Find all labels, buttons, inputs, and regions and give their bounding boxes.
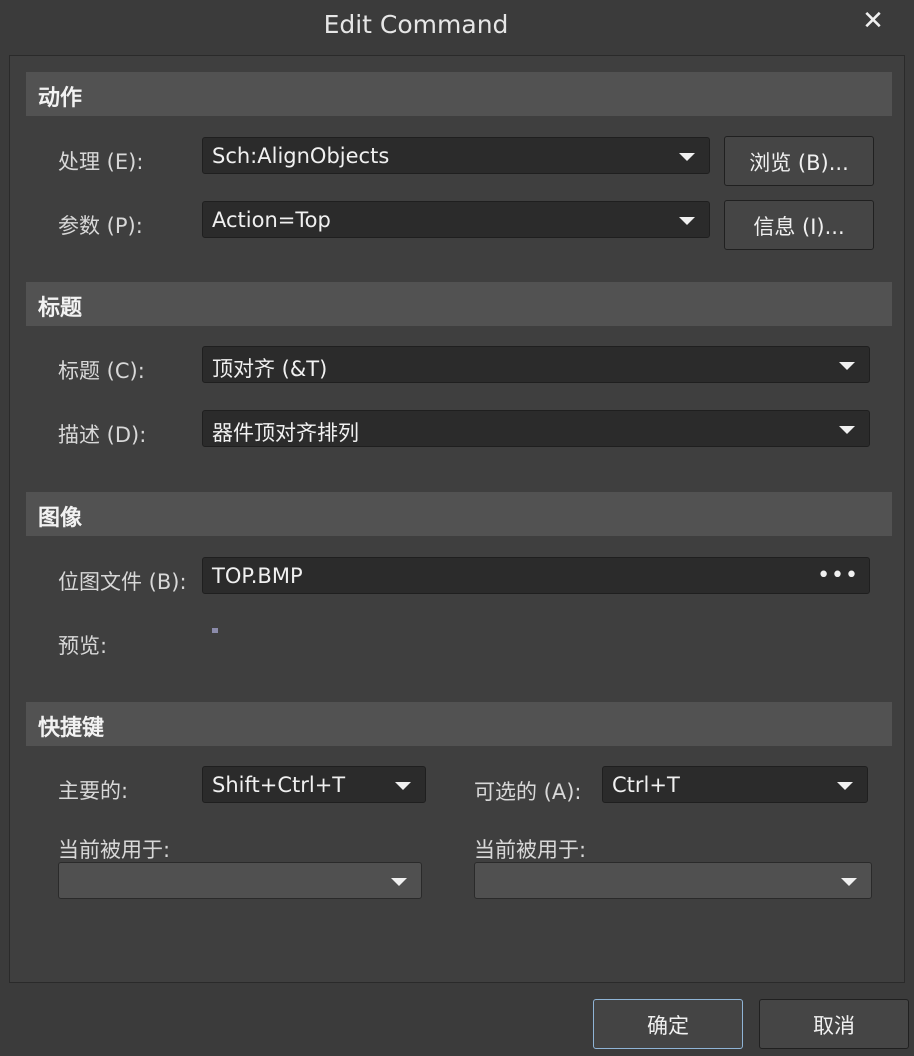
section-title-action: 动作	[38, 86, 83, 111]
process-value: Sch:AlignObjects	[212, 144, 390, 168]
used-by-label-right: 当前被用于:	[474, 838, 587, 862]
browse-button[interactable]: 浏览 (B)...	[724, 136, 874, 186]
section-title-shortcut: 快捷键	[38, 716, 105, 741]
primary-shortcut-combo[interactable]: Shift+Ctrl+T	[202, 766, 426, 803]
chevron-down-icon[interactable]	[391, 878, 407, 886]
caption-value: 顶对齐 (&T)	[212, 357, 328, 381]
params-value: Action=Top	[212, 208, 331, 232]
section-header-image: 图像	[26, 492, 892, 536]
preview-image	[212, 628, 218, 633]
alternate-shortcut-value: Ctrl+T	[612, 773, 680, 797]
chevron-down-icon[interactable]	[395, 782, 411, 790]
caption-combo[interactable]: 顶对齐 (&T)	[202, 346, 870, 383]
process-label: 处理 (E):	[58, 150, 144, 174]
cancel-button[interactable]: 取消	[759, 999, 909, 1049]
chevron-down-icon[interactable]	[679, 153, 695, 161]
preview-label: 预览:	[58, 634, 108, 658]
used-by-combo-right[interactable]	[474, 862, 872, 899]
ok-button[interactable]: 确定	[593, 999, 743, 1049]
used-by-label-left: 当前被用于:	[58, 838, 171, 862]
dialog-title: Edit Command	[323, 10, 509, 39]
info-button[interactable]: 信息 (I)...	[724, 200, 874, 250]
chevron-down-icon[interactable]	[839, 362, 855, 370]
process-combo[interactable]: Sch:AlignObjects	[202, 137, 710, 174]
used-by-combo-left[interactable]	[58, 862, 422, 899]
alternate-shortcut-combo[interactable]: Ctrl+T	[602, 766, 868, 803]
close-icon[interactable]: ✕	[858, 6, 888, 36]
params-label: 参数 (P):	[58, 214, 143, 238]
ellipsis-icon[interactable]: •••	[817, 563, 859, 588]
description-value: 器件顶对齐排列	[212, 421, 359, 445]
section-header-caption: 标题	[26, 282, 892, 326]
section-header-action: 动作	[26, 72, 892, 116]
bitmap-field[interactable]: TOP.BMP •••	[202, 557, 870, 594]
chevron-down-icon[interactable]	[837, 782, 853, 790]
title-bar: Edit Command ✕	[0, 0, 914, 54]
section-title-image: 图像	[38, 506, 83, 531]
section-title-caption: 标题	[38, 296, 83, 321]
description-label: 描述 (D):	[58, 423, 147, 447]
primary-shortcut-label: 主要的:	[58, 779, 129, 803]
caption-label: 标题 (C):	[58, 359, 145, 383]
chevron-down-icon[interactable]	[839, 426, 855, 434]
params-combo[interactable]: Action=Top	[202, 201, 710, 238]
description-combo[interactable]: 器件顶对齐排列	[202, 410, 870, 447]
bitmap-value: TOP.BMP	[212, 564, 303, 588]
chevron-down-icon[interactable]	[841, 878, 857, 886]
alternate-shortcut-label: 可选的 (A):	[474, 780, 582, 804]
chevron-down-icon[interactable]	[679, 217, 695, 225]
bitmap-label: 位图文件 (B):	[58, 570, 187, 594]
section-header-shortcut: 快捷键	[26, 702, 892, 746]
primary-shortcut-value: Shift+Ctrl+T	[212, 773, 346, 797]
